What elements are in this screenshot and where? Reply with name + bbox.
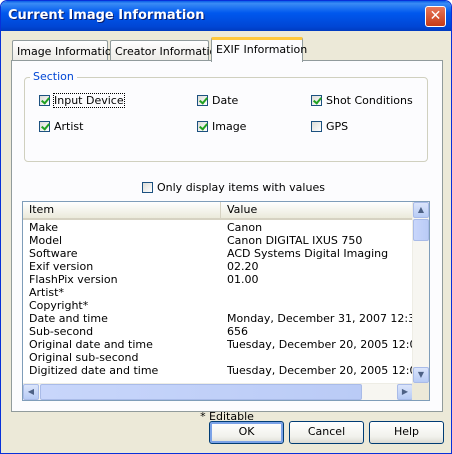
title-bar[interactable]: Current Image Information ✕ bbox=[1, 1, 451, 31]
scroll-right-icon: ▶ bbox=[401, 387, 409, 396]
input-device-checkbox[interactable]: Input Device bbox=[39, 93, 125, 108]
artist-checkbox[interactable]: Artist bbox=[39, 120, 83, 133]
table-row[interactable]: Date and time Monday, December 31, 2007 1… bbox=[23, 312, 413, 325]
column-header-item[interactable]: Item bbox=[23, 202, 221, 218]
item-cell: Sub-second bbox=[29, 325, 94, 338]
list-rows: Make Canon Model Canon DIGITAL IXUS 750 So… bbox=[23, 221, 413, 380]
checkbox-box[interactable] bbox=[311, 121, 322, 132]
checkbox-label: Shot Conditions bbox=[326, 94, 413, 107]
scrollbar-corner bbox=[412, 383, 429, 400]
table-row[interactable]: Digitized date and time Tuesday, December… bbox=[23, 364, 413, 377]
checkbox-box[interactable] bbox=[39, 121, 50, 132]
checkbox-box[interactable] bbox=[311, 95, 322, 106]
checkbox-label: Artist bbox=[54, 120, 84, 133]
exif-tab-panel: Section Input Device Date Shot Condition… bbox=[11, 60, 443, 423]
close-button[interactable]: ✕ bbox=[425, 6, 446, 27]
scroll-up-icon: ▲ bbox=[417, 205, 425, 214]
only-values-checkbox[interactable]: Only display items with values bbox=[142, 181, 325, 194]
image-info-dialog: Current Image Information ✕ Image Inform… bbox=[0, 0, 452, 454]
checkbox-box[interactable] bbox=[142, 182, 153, 193]
item-cell: Software bbox=[29, 247, 78, 260]
scroll-down-icon: ▼ bbox=[417, 370, 425, 379]
ok-button[interactable]: OK bbox=[209, 421, 284, 444]
scroll-left-button[interactable]: ◀ bbox=[23, 384, 39, 400]
window-title: Current Image Information bbox=[8, 8, 205, 23]
table-row[interactable]: Copyright* bbox=[23, 299, 413, 312]
table-row[interactable]: Sub-second 656 bbox=[23, 325, 413, 338]
vertical-scroll-thumb[interactable] bbox=[413, 219, 429, 241]
item-cell: Original sub-second bbox=[29, 351, 139, 364]
shot-conditions-checkbox[interactable]: Shot Conditions bbox=[311, 94, 413, 107]
checkbox-box[interactable] bbox=[197, 95, 208, 106]
list-header: Item Value bbox=[23, 202, 413, 220]
vertical-scrollbar[interactable]: ▲ ▼ bbox=[412, 202, 429, 383]
checkbox-label: Image bbox=[212, 120, 247, 133]
scroll-up-button[interactable]: ▲ bbox=[413, 202, 429, 218]
value-cell: Canon bbox=[227, 221, 263, 234]
scroll-right-button[interactable]: ▶ bbox=[397, 384, 413, 400]
item-cell: Exif version bbox=[29, 260, 94, 273]
tab-creator-information[interactable]: Creator Information bbox=[110, 40, 223, 61]
value-cell: Tuesday, December 20, 2005 12:09:34 bbox=[227, 338, 413, 351]
gps-checkbox[interactable]: GPS bbox=[311, 120, 348, 133]
horizontal-scrollbar[interactable]: ◀ ▶ bbox=[23, 383, 413, 400]
table-row[interactable]: Original date and time Tuesday, December … bbox=[23, 338, 413, 351]
value-cell: 02.20 bbox=[227, 260, 259, 273]
cancel-button[interactable]: Cancel bbox=[289, 421, 364, 444]
value-cell: Canon DIGITAL IXUS 750 bbox=[227, 234, 363, 247]
value-cell: Tuesday, December 20, 2005 12:09:34 bbox=[227, 364, 413, 377]
horizontal-scroll-thumb[interactable] bbox=[40, 384, 362, 400]
item-cell: FlashPix version bbox=[29, 273, 118, 286]
column-header-value[interactable]: Value bbox=[221, 202, 413, 218]
help-button[interactable]: Help bbox=[369, 421, 444, 444]
table-row[interactable]: Model Canon DIGITAL IXUS 750 bbox=[23, 234, 413, 247]
date-checkbox[interactable]: Date bbox=[197, 94, 238, 107]
table-row[interactable]: Artist* bbox=[23, 286, 413, 299]
checkbox-label: GPS bbox=[326, 120, 349, 133]
section-legend: Section bbox=[30, 70, 77, 83]
item-cell: Digitized date and time bbox=[29, 364, 159, 377]
item-cell: Date and time bbox=[29, 312, 108, 325]
item-cell: Make bbox=[29, 221, 58, 234]
item-cell: Model bbox=[29, 234, 63, 247]
scroll-down-button[interactable]: ▼ bbox=[413, 367, 429, 383]
value-cell: Monday, December 31, 2007 12:36:33 bbox=[227, 312, 413, 325]
table-row[interactable]: Exif version 02.20 bbox=[23, 260, 413, 273]
item-cell: Artist* bbox=[29, 286, 64, 299]
checkbox-label: Date bbox=[212, 94, 239, 107]
item-cell: Copyright* bbox=[29, 299, 89, 312]
section-group: Section Input Device Date Shot Condition… bbox=[24, 70, 428, 162]
checkbox-label: Only display items with values bbox=[157, 181, 325, 194]
table-row[interactable]: Make Canon bbox=[23, 221, 413, 234]
checkbox-box[interactable] bbox=[39, 95, 50, 106]
scroll-left-icon: ◀ bbox=[27, 387, 35, 396]
checkbox-box[interactable] bbox=[197, 121, 208, 132]
table-row[interactable]: Software ACD Systems Digital Imaging bbox=[23, 247, 413, 260]
image-checkbox[interactable]: Image bbox=[197, 120, 246, 133]
exif-list[interactable]: Item Value Make Canon Model Canon DIGITAL … bbox=[22, 201, 430, 401]
item-cell: Original date and time bbox=[29, 338, 153, 351]
tab-image-information[interactable]: Image Information bbox=[12, 40, 119, 61]
value-cell: ACD Systems Digital Imaging bbox=[227, 247, 389, 260]
checkbox-label: Input Device bbox=[53, 93, 125, 108]
table-row[interactable]: Original sub-second bbox=[23, 351, 413, 364]
value-cell: 656 bbox=[227, 325, 248, 338]
value-cell: 01.00 bbox=[227, 273, 259, 286]
dialog-body: Image Information Creator Information EX… bbox=[4, 31, 448, 450]
tab-exif-information[interactable]: EXIF Information bbox=[211, 37, 307, 62]
close-icon: ✕ bbox=[429, 8, 442, 24]
table-row[interactable]: FlashPix version 01.00 bbox=[23, 273, 413, 286]
